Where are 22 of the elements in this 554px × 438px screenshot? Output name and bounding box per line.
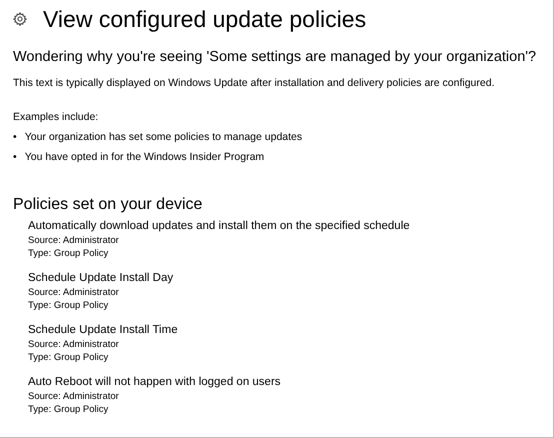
bullet: • (13, 130, 17, 144)
policy-source: Source: Administrator (28, 338, 120, 351)
policy-type: Type: Group Policy (28, 299, 110, 312)
section-heading: Policies set on your device (13, 195, 204, 215)
bullet: • (13, 150, 17, 164)
section-heading: Wondering why you're seeing 'Some settings are managed by your organization'? (13, 48, 538, 67)
examples-label: Examples include: (13, 110, 100, 124)
policy-type: Type: Group Policy (28, 247, 110, 260)
list-item: You have opted in for the Windows Insider Program (24, 150, 264, 164)
policy-name: Automatically download updates and install them on the specified schedule (28, 219, 411, 234)
policy-source: Source: Administrator (28, 390, 120, 403)
policy-name: Auto Reboot will not happen with logged on users (28, 375, 282, 390)
policy-name: Schedule Update Install Time (28, 323, 179, 338)
policy-source: Source: Administrator (28, 234, 120, 247)
list-item: Your organization has set some policies to manage updates (24, 130, 302, 144)
policy-source: Source: Administrator (28, 286, 120, 299)
policy-name: Schedule Update Install Day (28, 271, 174, 286)
description: This text is typically displayed on Windows Update after installation and delivery policies are configured. (13, 76, 496, 90)
settings-icon (13, 12, 27, 26)
policy-type: Type: Group Policy (28, 351, 110, 364)
page-title: View configured update policies (43, 5, 366, 34)
policy-type: Type: Group Policy (28, 403, 110, 416)
